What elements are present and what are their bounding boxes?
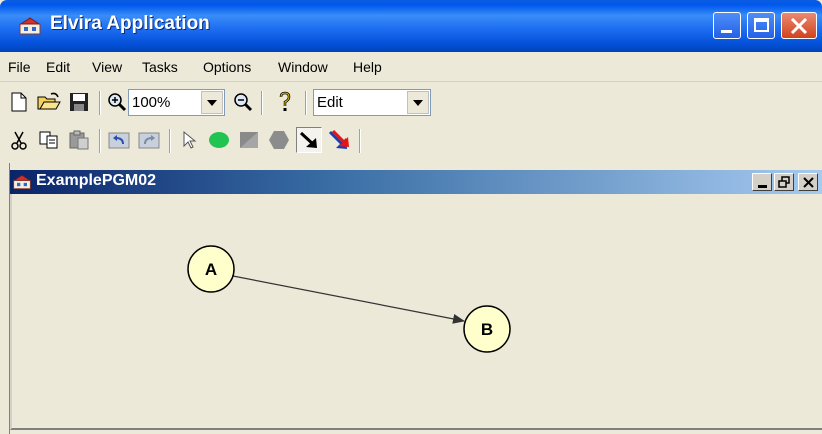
open-button[interactable] [36, 89, 62, 115]
paste-icon [69, 130, 89, 150]
menu-window[interactable]: Window [278, 59, 328, 75]
mode-dropdown-button[interactable] [407, 91, 429, 114]
help-button[interactable] [272, 89, 298, 115]
toolbar-separator [99, 129, 101, 153]
maximize-icon [754, 18, 769, 32]
node-b[interactable]: B [463, 305, 511, 353]
paste-button[interactable] [66, 127, 92, 153]
minimize-button[interactable] [713, 12, 741, 39]
toolbar-separator [261, 91, 263, 115]
undo-icon [108, 132, 130, 149]
chevron-down-icon [207, 99, 217, 106]
delete-link-icon [328, 129, 349, 149]
toolbar-separator [305, 91, 307, 115]
node-b-label: B [481, 320, 493, 339]
redo-icon [138, 132, 160, 149]
menu-file[interactable]: File [8, 59, 31, 75]
zoom-value: 100% [132, 94, 171, 111]
zoom-dropdown-button[interactable] [201, 91, 223, 114]
new-file-button[interactable] [6, 89, 32, 115]
menu-view[interactable]: View [92, 59, 122, 75]
minimize-icon [721, 30, 732, 33]
internal-frame-title: ExamplePGM02 [36, 172, 157, 189]
cut-button[interactable] [6, 127, 32, 153]
toolbar-separator [99, 91, 101, 115]
menu-bar: File Edit View Tasks Options Window Help [0, 52, 822, 82]
zoom-in-button[interactable] [104, 89, 130, 115]
restore-icon [778, 176, 790, 188]
toolbar-separator [169, 129, 171, 153]
internal-frame-title-bar[interactable]: ExamplePGM02 [10, 170, 822, 194]
undo-button[interactable] [106, 127, 132, 153]
title-bar[interactable]: Elvira Application [0, 0, 822, 52]
menu-help[interactable]: Help [353, 59, 382, 75]
close-button[interactable] [781, 12, 817, 39]
edit-toolbar [0, 121, 822, 159]
frame-close-button[interactable] [798, 173, 818, 191]
decision-node-icon [240, 132, 258, 148]
window-title: Elvira Application [50, 13, 210, 34]
cut-icon [11, 131, 27, 150]
graph-canvas[interactable]: A B [10, 194, 822, 430]
link-tool-button[interactable] [296, 127, 322, 153]
menu-tasks[interactable]: Tasks [142, 59, 178, 75]
redo-button[interactable] [136, 127, 162, 153]
desktop-pane-border [0, 163, 10, 434]
pointer-icon [183, 130, 197, 149]
zoom-select[interactable]: 100% [128, 89, 225, 116]
close-icon [802, 176, 814, 188]
mode-select[interactable]: Edit [313, 89, 431, 116]
zoom-out-button[interactable] [230, 89, 256, 115]
help-icon [279, 91, 291, 111]
frame-minimize-button[interactable] [752, 173, 772, 191]
menu-edit[interactable]: Edit [46, 59, 70, 75]
graph-svg: A B [187, 245, 511, 353]
chance-node-icon [209, 132, 229, 148]
node-a[interactable]: A [187, 245, 235, 293]
menu-options[interactable]: Options [203, 59, 251, 75]
utility-node-tool-button[interactable] [266, 127, 292, 153]
close-icon [790, 18, 808, 34]
arrow-link-icon [299, 131, 317, 148]
toolbar-separator [359, 129, 361, 153]
save-icon [70, 93, 88, 111]
app-logo-icon [19, 17, 41, 35]
save-button[interactable] [66, 89, 92, 115]
maximize-button[interactable] [747, 12, 775, 39]
copy-icon [39, 131, 58, 149]
node-a-label: A [205, 260, 217, 279]
select-tool-button[interactable] [176, 127, 202, 153]
frame-restore-button[interactable] [774, 173, 794, 191]
copy-button[interactable] [36, 127, 62, 153]
zoom-out-icon [234, 93, 253, 112]
edge-a-b[interactable] [232, 275, 465, 324]
mode-value: Edit [317, 94, 343, 111]
zoom-in-icon [108, 93, 127, 112]
main-toolbar: 100% Edit [0, 83, 822, 121]
open-folder-icon [37, 92, 61, 110]
utility-node-icon [269, 131, 289, 149]
new-file-icon [11, 92, 27, 112]
delete-link-tool-button[interactable] [326, 127, 352, 153]
minimize-icon [757, 184, 767, 188]
decision-node-tool-button[interactable] [236, 127, 262, 153]
chance-node-tool-button[interactable] [206, 127, 232, 153]
chevron-down-icon [413, 99, 423, 106]
app-logo-icon [13, 174, 31, 190]
